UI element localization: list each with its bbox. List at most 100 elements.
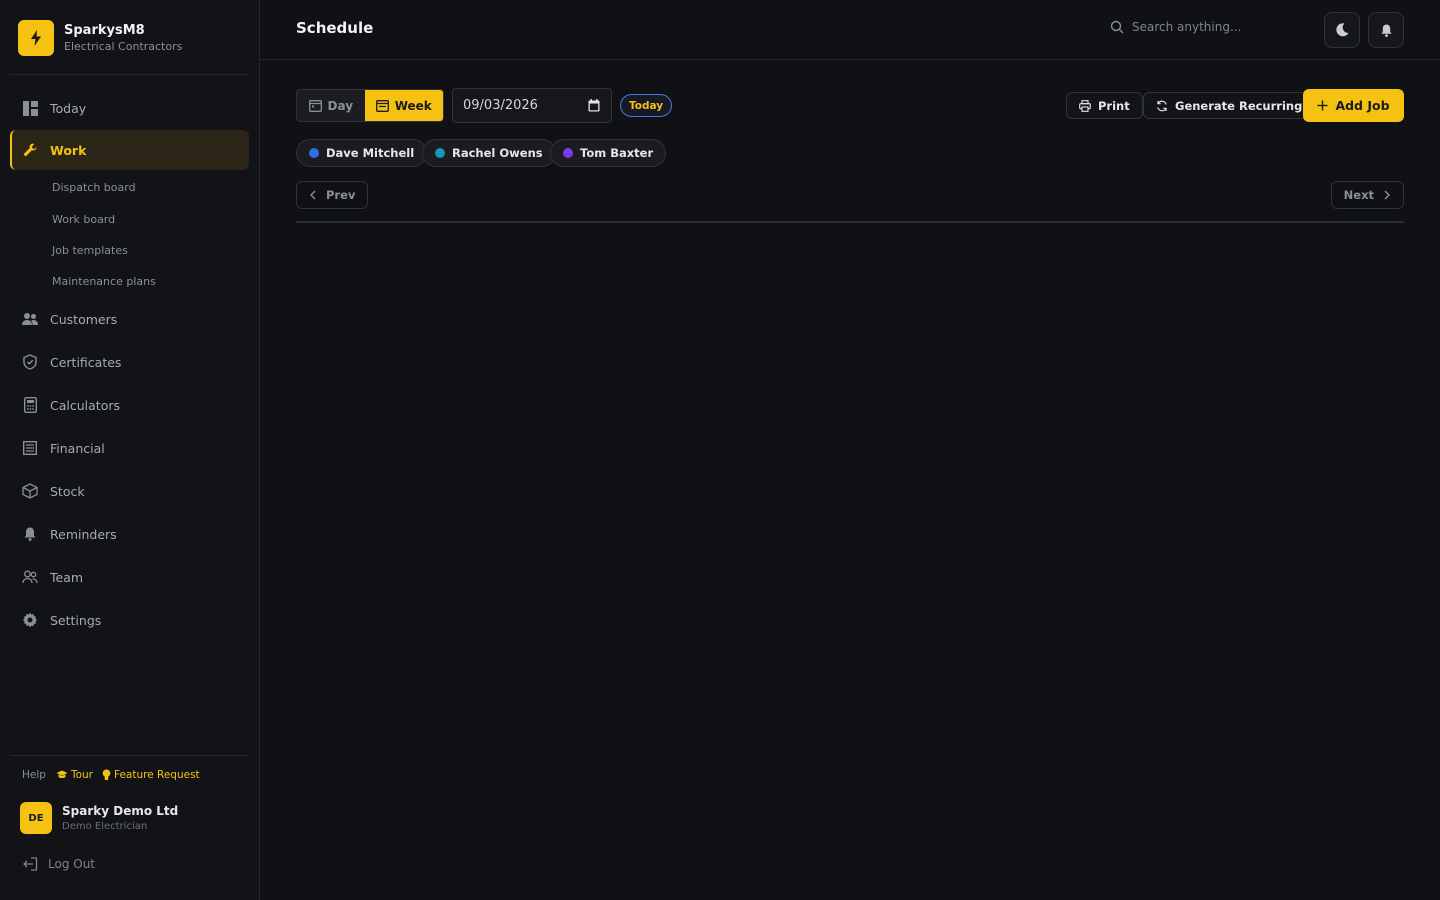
week-label: Week: [394, 98, 432, 113]
search-input[interactable]: [1132, 20, 1302, 34]
add-job-button[interactable]: Add Job: [1303, 89, 1404, 122]
technician-filter-chip[interactable]: Rachel Owens: [422, 139, 556, 167]
sidebar-item-label: Settings: [50, 612, 102, 628]
technician-color-dot: [309, 148, 319, 158]
lightbulb-icon: [102, 769, 111, 780]
next-label: Next: [1343, 188, 1374, 202]
bell-icon: [22, 526, 38, 542]
brand-subtitle: Electrical Contractors: [64, 39, 183, 53]
sidebar-item-label: Today: [50, 100, 87, 116]
sidebar-item-label: Certificates: [50, 354, 122, 370]
logout-button[interactable]: Log Out: [22, 857, 95, 871]
topbar: Schedule: [260, 0, 1440, 60]
sidebar-item-label: Team: [50, 569, 84, 585]
sidebar-item-label: Customers: [50, 311, 118, 327]
date-value: 09/03/2026: [463, 98, 538, 113]
shield-icon: [22, 354, 38, 370]
sidebar: SparkysM8 Electrical Contractors Today W…: [0, 0, 260, 900]
technician-name: Tom Baxter: [580, 146, 654, 160]
sidebar-item-today[interactable]: Today: [10, 88, 249, 128]
week-view-button[interactable]: Week: [364, 90, 443, 121]
search-bar[interactable]: [1110, 20, 1310, 34]
technician-filter-chip[interactable]: Dave Mitchell: [296, 139, 428, 167]
sidebar-subitem-job-templates[interactable]: Job templates: [52, 244, 128, 257]
notifications-button[interactable]: [1368, 12, 1404, 48]
print-button[interactable]: Print: [1066, 92, 1143, 119]
user-role: Demo Electrician: [62, 820, 148, 832]
calendar-icon: [308, 100, 322, 112]
chevron-left-icon: [310, 190, 316, 200]
theme-toggle-button[interactable]: [1324, 12, 1360, 48]
technician-name: Rachel Owens: [452, 146, 543, 160]
logout-icon: [23, 857, 38, 871]
add-job-label: Add Job: [1335, 98, 1390, 113]
calendar-icon[interactable]: [588, 99, 600, 112]
sidebar-item-label: Work: [50, 142, 87, 158]
technician-color-dot: [563, 148, 573, 158]
help-link[interactable]: Help: [22, 769, 46, 781]
printer-icon: [1079, 99, 1091, 112]
day-view-button[interactable]: Day: [297, 90, 365, 121]
feature-request-link[interactable]: Feature Request: [102, 769, 200, 781]
lightning-bolt-icon: [18, 20, 54, 56]
users-icon: [22, 311, 38, 327]
page-title: Schedule: [296, 19, 374, 37]
gear-icon: [22, 612, 38, 628]
sidebar-item-label: Stock: [50, 483, 85, 499]
technician-color-dot: [435, 148, 445, 158]
tour-link[interactable]: Tour: [56, 769, 93, 781]
bell-icon: [1380, 23, 1392, 37]
dashboard-icon: [22, 100, 38, 116]
box-icon: [22, 483, 38, 499]
sidebar-item-certificates[interactable]: Certificates: [10, 342, 249, 382]
search-icon: [1110, 20, 1124, 34]
avatar: DE: [20, 802, 52, 834]
logout-label: Log Out: [48, 857, 96, 871]
refresh-icon: [1157, 100, 1167, 111]
sidebar-subitem-dispatch-board[interactable]: Dispatch board: [52, 181, 136, 194]
sidebar-item-team[interactable]: Team: [10, 557, 249, 597]
sidebar-item-work[interactable]: Work: [10, 130, 249, 170]
team-icon: [22, 569, 38, 585]
date-picker[interactable]: 09/03/2026: [452, 88, 612, 123]
chevron-right-icon: [1384, 190, 1390, 200]
print-label: Print: [1098, 98, 1130, 113]
schedule-divider: [296, 221, 1404, 223]
sidebar-item-label: Reminders: [50, 526, 117, 542]
sidebar-item-customers[interactable]: Customers: [10, 299, 249, 339]
user-profile[interactable]: DE Sparky Demo Ltd Demo Electrician: [20, 802, 178, 834]
prev-label: Prev: [326, 188, 356, 202]
help-row: Help Tour Feature Request: [22, 769, 209, 781]
sidebar-item-reminders[interactable]: Reminders: [10, 514, 249, 554]
next-week-button[interactable]: Next: [1330, 181, 1404, 209]
calculator-icon: [22, 397, 38, 413]
brand-name: SparkysM8: [64, 22, 145, 38]
sidebar-item-settings[interactable]: Settings: [10, 600, 249, 640]
brand[interactable]: SparkysM8 Electrical Contractors: [18, 20, 182, 56]
technician-name: Dave Mitchell: [326, 146, 415, 160]
technician-filter-chip[interactable]: Tom Baxter: [550, 139, 667, 167]
graduation-cap-icon: [56, 770, 68, 779]
sidebar-divider: [10, 755, 249, 756]
prev-week-button[interactable]: Prev: [296, 181, 369, 209]
user-name: Sparky Demo Ltd: [62, 803, 179, 818]
sidebar-item-calculators[interactable]: Calculators: [10, 385, 249, 425]
feature-request-label: Feature Request: [113, 769, 200, 781]
generate-recurring-button[interactable]: Generate Recurring: [1143, 92, 1316, 119]
tour-label: Tour: [70, 769, 93, 781]
view-toggle: Day Week: [296, 89, 444, 122]
sidebar-item-stock[interactable]: Stock: [10, 471, 249, 511]
today-button[interactable]: Today: [620, 94, 673, 117]
sidebar-subitem-maintenance-plans[interactable]: Maintenance plans: [52, 275, 156, 288]
calendar-week-icon: [375, 100, 389, 112]
sidebar-item-label: Financial: [50, 440, 105, 456]
wrench-icon: [22, 142, 38, 158]
plus-icon: [1317, 100, 1328, 111]
sidebar-subitem-work-board[interactable]: Work board: [52, 213, 115, 226]
ledger-icon: [22, 440, 38, 456]
sidebar-item-financial[interactable]: Financial: [10, 428, 249, 468]
generate-recurring-label: Generate Recurring: [1175, 98, 1303, 113]
moon-icon: [1336, 23, 1349, 37]
sidebar-divider: [10, 74, 249, 75]
sidebar-item-label: Calculators: [50, 397, 120, 413]
